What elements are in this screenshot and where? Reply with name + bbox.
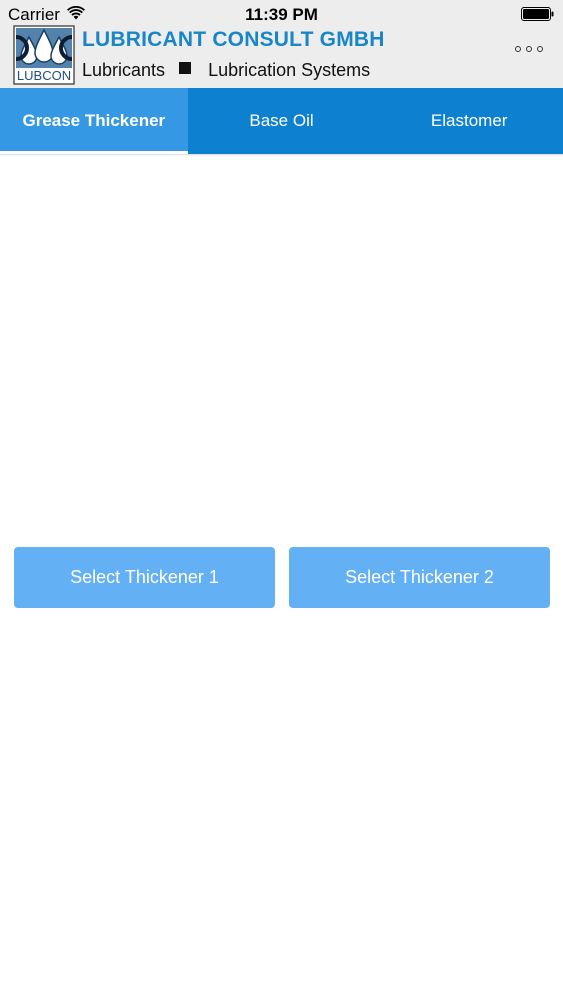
select-thickener-1-button[interactable]: Select Thickener 1 xyxy=(14,547,275,608)
tagline: Lubricants Lubrication Systems xyxy=(82,60,370,81)
battery-icon xyxy=(521,7,554,21)
more-icon xyxy=(526,46,532,52)
select-thickener-2-button[interactable]: Select Thickener 2 xyxy=(289,547,550,608)
lubcon-logo: LUBCON xyxy=(13,25,75,85)
app-header: LUBCON LUBRICANT CONSULT GMBH Lubricants… xyxy=(0,25,563,88)
status-bar: Carrier 11:39 PM xyxy=(0,0,563,28)
more-icon xyxy=(515,46,521,52)
logo-text: LUBCON xyxy=(17,68,71,83)
tagline-lubrication-systems: Lubrication Systems xyxy=(208,60,371,80)
tab-bar-shadow xyxy=(0,154,563,156)
tab-elastomer[interactable]: Elastomer xyxy=(375,88,563,154)
tab-base-oil[interactable]: Base Oil xyxy=(188,88,376,154)
tagline-lubricants: Lubricants xyxy=(82,60,166,80)
more-icon xyxy=(537,46,543,52)
tab-bar: Grease Thickener Base Oil Elastomer xyxy=(0,88,563,154)
status-time: 11:39 PM xyxy=(245,5,318,24)
tagline-separator xyxy=(179,62,192,74)
brand-name: LUBRICANT CONSULT GMBH xyxy=(82,28,385,51)
more-options-button[interactable] xyxy=(515,42,543,56)
tab-grease-thickener[interactable]: Grease Thickener xyxy=(0,88,188,154)
